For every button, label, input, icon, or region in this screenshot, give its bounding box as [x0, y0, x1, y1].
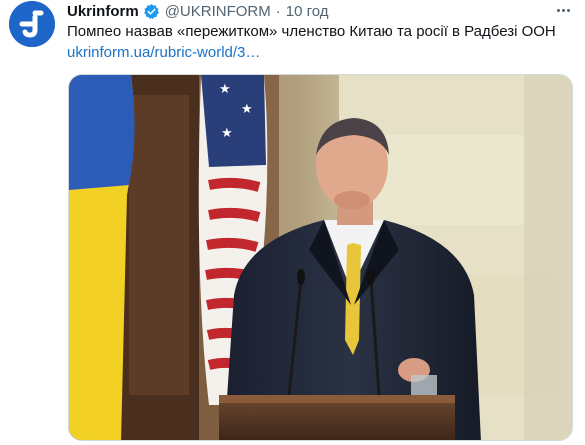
verified-badge-icon — [143, 3, 160, 20]
svg-text:★: ★ — [241, 102, 253, 117]
tweet-photo[interactable]: ★ ★ ★ — [68, 74, 573, 441]
tweet-link[interactable]: ukrinform.ua/rubric-world/3… — [67, 43, 260, 63]
svg-text:★: ★ — [219, 82, 231, 97]
ukrinform-logo-icon — [9, 1, 55, 47]
tweet-text: Помпео назвав «пережитком» членство Кита… — [67, 23, 556, 40]
tweet-card[interactable]: Ukrinform @UKRINFORM · 10 год Помпео наз… — [0, 0, 585, 445]
tweet-timestamp[interactable]: 10 год — [286, 3, 329, 20]
svg-text:★: ★ — [221, 126, 233, 141]
more-dot — [556, 8, 560, 12]
press-conference-photo: ★ ★ ★ — [69, 75, 572, 440]
more-options-icon[interactable] — [553, 3, 573, 17]
more-dot — [566, 8, 570, 12]
author-handle[interactable]: @UKRINFORM — [165, 3, 271, 20]
author-name[interactable]: Ukrinform — [67, 3, 139, 20]
author-avatar[interactable] — [9, 1, 55, 47]
more-dot — [561, 8, 565, 12]
tweet-header: Ukrinform @UKRINFORM · 10 год — [67, 1, 329, 21]
header-separator: · — [275, 2, 281, 20]
